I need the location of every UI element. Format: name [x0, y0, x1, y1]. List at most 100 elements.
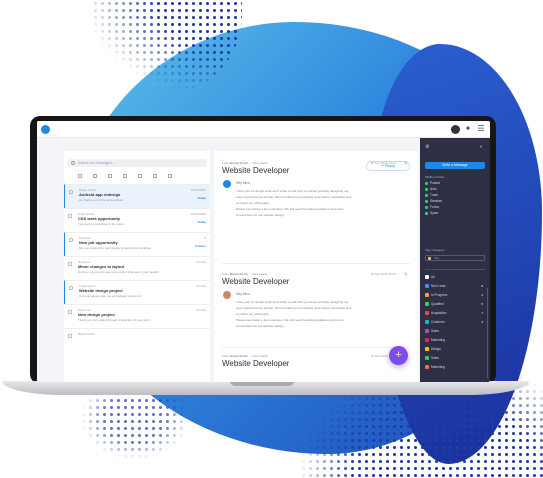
sidebar-item-trash[interactable]: Trash [425, 193, 438, 198]
sidebar-item-label: Forms [430, 205, 440, 209]
sidebar-item-auto[interactable]: Auto [425, 187, 437, 192]
from-prefix: From [222, 272, 229, 276]
item-time: 3 hours [195, 308, 206, 312]
avatar [223, 291, 231, 299]
list-item[interactable]: Rosanne Minor changes to layout Hi there… [64, 256, 210, 280]
list-item[interactable]: Brand Smith Android app redesign Hi, tha… [64, 184, 210, 208]
label-name: Acquisition [431, 311, 447, 315]
sidebar-label-item[interactable]: Qualified 5 [425, 301, 483, 307]
user-avatar-icon[interactable] [451, 124, 460, 134]
message-body: I love your UI design work and I'd like … [222, 299, 410, 329]
settings-icon[interactable] [168, 174, 172, 178]
sidebar-label-item[interactable]: All [425, 274, 483, 280]
mailbox-section-title: Mailbox Folder [425, 175, 445, 179]
label-count: 2 [481, 293, 483, 297]
list-toolbar [78, 174, 172, 178]
sidebar-item-label: Auto [430, 187, 437, 191]
sidebar-label-item[interactable]: Sales [425, 328, 483, 334]
item-preview: Are you looking for new design projects … [79, 246, 152, 250]
app-logo-icon[interactable] [41, 125, 50, 134]
message-reader: ↩ Reply From Brand Smith → New Leads Web… [214, 151, 418, 382]
item-label: Today [197, 220, 206, 224]
item-preview: Hi there, as you can see some minor chan… [78, 270, 159, 274]
sidebar-scrollbar[interactable] [486, 288, 488, 378]
item-preview: Hi, thank you for the screenshots. [79, 198, 124, 202]
sidebar-item-label: Standart [430, 199, 443, 203]
sidebar-label-item[interactable]: Sales [425, 355, 483, 361]
delete-icon[interactable] [78, 174, 82, 178]
list-item[interactable]: Peter Lee New design project Thank you f… [64, 304, 210, 328]
sidebar-label-item[interactable]: New Lead 8 [425, 283, 483, 289]
checkbox[interactable] [68, 214, 72, 218]
checkbox[interactable] [69, 286, 73, 290]
tag-select-value: Tag [434, 256, 439, 260]
item-time: 10/09/2020 [190, 188, 206, 192]
list-item[interactable]: Emily Carter CSS work opportunity You wa… [64, 208, 210, 232]
list-item[interactable]: Rosanne New job opportunity Are you look… [64, 232, 210, 256]
mail-icon[interactable] [108, 174, 112, 178]
hero-illustration: ✦ ☰ Search for messages... Brand Smith A… [0, 0, 543, 478]
settings-icon[interactable]: ⚙ [425, 144, 429, 150]
sidebar-label-item[interactable]: Marketing [425, 337, 483, 343]
sidebar: ⚙ ◐ Write a Message Mailbox Folder Poste… [420, 138, 490, 382]
sidebar-item-posted[interactable]: Posted [425, 181, 440, 186]
tag-color-icon [428, 257, 431, 260]
topbar-actions: ✦ ☰ [451, 124, 486, 134]
message-divider [222, 347, 410, 348]
write-message-button[interactable]: Write a Message [425, 162, 485, 169]
item-time: 2 hours [195, 260, 206, 264]
label-color-icon [425, 284, 429, 288]
label-color-icon [425, 365, 429, 369]
flag-icon[interactable] [138, 174, 142, 178]
list-item[interactable]: Brand Smith [64, 328, 210, 352]
menu-icon[interactable]: ☰ [476, 124, 486, 134]
sender-greeting: Hey Nico, [236, 292, 251, 296]
label-color-icon [425, 311, 429, 315]
from-name: Brand Smith [229, 354, 248, 358]
compose-button[interactable]: + [389, 346, 408, 365]
tag-select[interactable]: Tag [425, 255, 485, 261]
search-input[interactable]: Search for messages... [67, 159, 207, 167]
archive-icon[interactable] [93, 174, 97, 178]
checkbox[interactable] [69, 190, 73, 194]
message-divider [222, 263, 410, 264]
label-count: 3 [481, 320, 483, 324]
mailbox-bullet-icon [425, 212, 428, 215]
from-name: Brand Smith [229, 272, 248, 276]
list-item[interactable]: Linda Green Website design project Can y… [64, 280, 210, 304]
from-prefix: From [222, 354, 229, 358]
to-name: New Leads [252, 354, 268, 358]
checkbox[interactable] [69, 238, 73, 242]
sidebar-item-standart[interactable]: Standart [425, 199, 442, 204]
message-date: 10 Sep 2020 10:22 [370, 272, 396, 276]
app-topbar: ✦ ☰ [37, 121, 490, 138]
theme-toggle-icon[interactable]: ◐ [480, 144, 483, 150]
label-name: Sales [431, 356, 439, 360]
sidebar-label-item[interactable]: In Progress 2 [425, 292, 483, 298]
sidebar-item-forms[interactable]: Forms [425, 205, 439, 210]
sidebar-item-label: Trash [430, 193, 439, 197]
sidebar-label-item[interactable]: Marketing [425, 364, 483, 370]
item-preview [78, 342, 206, 347]
tag-icon[interactable] [153, 174, 157, 178]
checkbox[interactable] [68, 334, 72, 338]
sidebar-label-item[interactable]: Design [425, 346, 483, 352]
checkbox[interactable] [68, 310, 72, 314]
edit-icon[interactable]: ✎ [404, 272, 408, 278]
item-preview: Can you please give me an updated versio… [79, 294, 141, 298]
pin-icon[interactable]: ✦ [463, 124, 473, 134]
label-count: 7 [481, 311, 483, 315]
folder-icon[interactable] [123, 174, 127, 178]
thread-message: From Brand Smith → New Leads Website Dev… [222, 354, 410, 369]
sidebar-label-item[interactable]: Customer 3 [425, 319, 483, 325]
edit-icon[interactable]: ✎ [404, 161, 408, 167]
mailbox-bullet-icon [425, 200, 428, 203]
message-body: I love your UI design work and I'd like … [222, 188, 410, 218]
sidebar-item-spam[interactable]: Spam [425, 211, 438, 216]
sidebar-item-label: Posted [430, 181, 440, 185]
message-title: Website Developer [222, 359, 290, 368]
sidebar-label-item[interactable]: Acquisition 7 [425, 310, 483, 316]
message-title: Website Developer [222, 166, 290, 175]
checkbox[interactable] [68, 262, 72, 266]
item-time: 10/09/2020 [190, 212, 206, 216]
